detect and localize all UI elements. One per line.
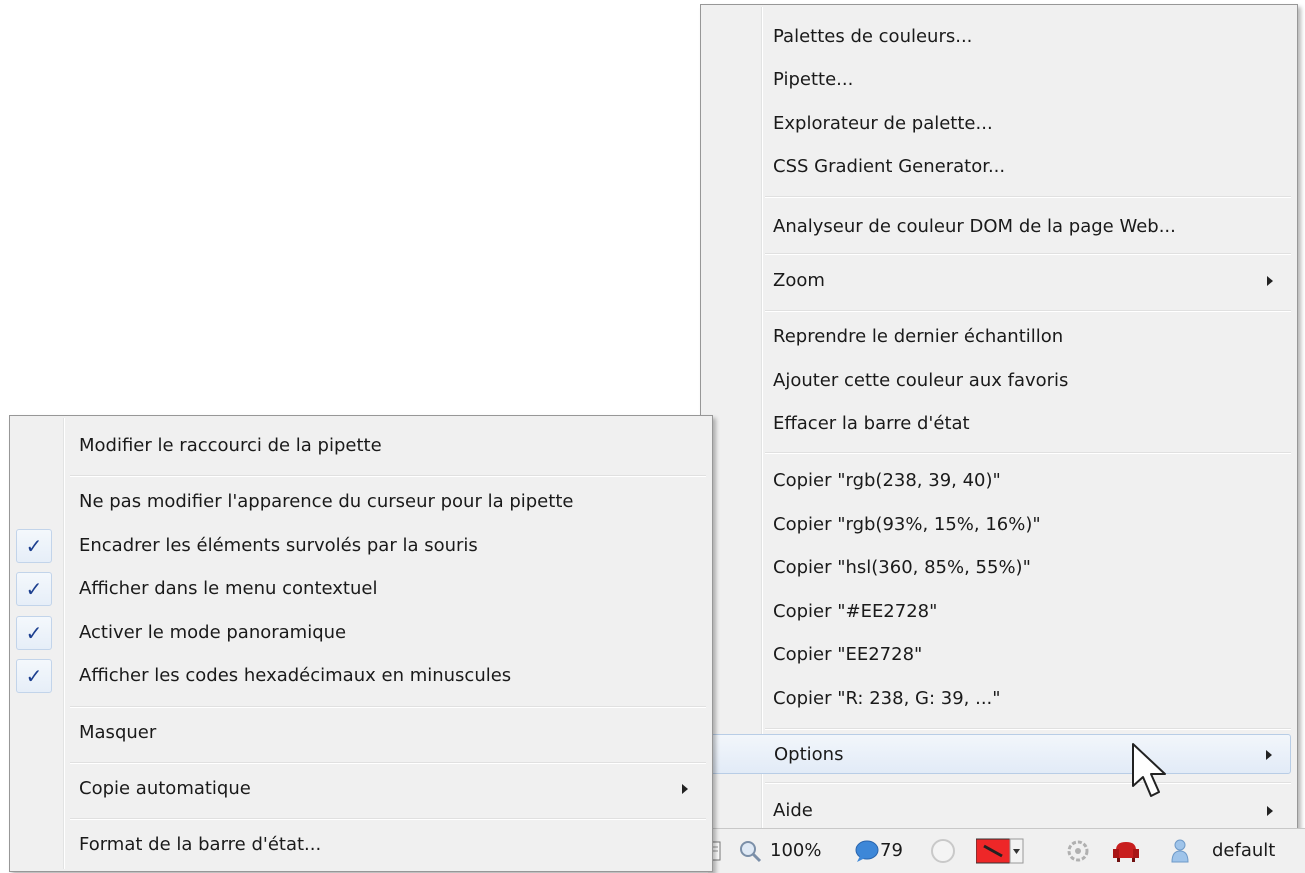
submenu-arrow-icon — [1267, 806, 1273, 816]
menu-separator — [765, 310, 1291, 312]
menu-item-label: Options — [774, 744, 844, 765]
menu-item-label: Ajouter cette couleur aux favoris — [773, 370, 1069, 391]
menu-separator — [70, 475, 706, 477]
menu-item-label: Zoom — [773, 270, 825, 291]
menu-item-eyedropper[interactable]: Pipette... — [703, 60, 1295, 100]
menu-item-label: Copier "#EE2728" — [773, 601, 938, 622]
eyedropper-color-icon[interactable] — [975, 829, 1024, 873]
menu-item-label: Afficher dans le menu contextuel — [79, 578, 378, 599]
menu-item-copy-hsl[interactable]: Copier "hsl(360, 85%, 55%)" — [703, 548, 1295, 588]
menu-item-zoom[interactable]: Zoom — [703, 261, 1295, 301]
profile-name[interactable]: default — [1212, 829, 1275, 873]
menu-item-label: Copier "EE2728" — [773, 644, 923, 665]
menu-item-label: Copie automatique — [79, 778, 251, 799]
menu-item-label: Explorateur de palette... — [773, 113, 993, 134]
menu-item-resume-last-sample[interactable]: Reprendre le dernier échantillon — [703, 317, 1295, 357]
colorzilla-context-menu: Palettes de couleurs... Pipette... Explo… — [700, 4, 1298, 838]
menu-item-label: Palettes de couleurs... — [773, 26, 973, 47]
menu-item-hide[interactable]: Masquer — [12, 713, 710, 753]
menu-separator — [70, 706, 706, 708]
menu-separator — [70, 762, 706, 764]
menu-item-copy-hex[interactable]: Copier "EE2728" — [703, 635, 1295, 675]
menu-item-label: Effacer la barre d'état — [773, 413, 970, 434]
menu-item-keep-cursor[interactable]: Ne pas modifier l'apparence du curseur p… — [12, 482, 710, 522]
menu-item-show-in-context-menu[interactable]: ✓ Afficher dans le menu contextuel — [12, 569, 710, 609]
checkmark-icon: ✓ — [16, 529, 52, 563]
browser-statusbar: 100% 79 default — [708, 828, 1305, 873]
submenu-arrow-icon — [682, 784, 688, 794]
menu-item-panning-mode[interactable]: ✓ Activer le mode panoramique — [12, 613, 710, 653]
mouse-pointer-icon — [1132, 743, 1166, 797]
menu-item-change-shortcut[interactable]: Modifier le raccourci de la pipette — [12, 426, 710, 466]
menu-item-label: Encadrer les éléments survolés par la so… — [79, 535, 478, 556]
menu-item-label: Format de la barre d'état... — [79, 834, 322, 855]
count-badge: 79 — [880, 840, 903, 861]
zoom-level[interactable]: 100% — [770, 829, 821, 873]
menu-item-help[interactable]: Aide — [703, 791, 1295, 831]
menu-item-palette-explorer[interactable]: Explorateur de palette... — [703, 104, 1295, 144]
menu-item-copy-rgb-components[interactable]: Copier "R: 238, G: 39, ..." — [703, 679, 1295, 719]
menu-item-label: Aide — [773, 800, 813, 821]
checkmark-icon: ✓ — [16, 616, 52, 650]
menu-item-label: Analyseur de couleur DOM de la page Web.… — [773, 216, 1176, 237]
menu-item-options[interactable]: Options — [704, 734, 1291, 774]
menu-item-label: Copier "rgb(93%, 15%, 16%)" — [773, 514, 1041, 535]
menu-item-label: Modifier le raccourci de la pipette — [79, 435, 382, 456]
chat-bubble-icon[interactable] — [854, 829, 880, 873]
menu-item-label: Copier "hsl(360, 85%, 55%)" — [773, 557, 1031, 578]
submenu-arrow-icon — [1267, 276, 1273, 286]
menu-item-label: Pipette... — [773, 69, 854, 90]
menu-separator — [765, 196, 1291, 198]
settings-gear-icon[interactable] — [1064, 829, 1092, 873]
menu-item-outline-hovered[interactable]: ✓ Encadrer les éléments survolés par la … — [12, 526, 710, 566]
checkmark-icon: ✓ — [16, 659, 52, 693]
menu-separator — [765, 728, 1291, 730]
submenu-arrow-icon — [1266, 750, 1272, 760]
menu-item-label: Copier "rgb(238, 39, 40)" — [773, 470, 1001, 491]
menu-separator — [70, 818, 706, 820]
user-profile-icon[interactable] — [1170, 829, 1190, 873]
menu-item-statusbar-format[interactable]: Format de la barre d'état... — [12, 825, 710, 865]
armchair-icon[interactable] — [1112, 829, 1140, 873]
menu-item-color-palettes[interactable]: Palettes de couleurs... — [703, 17, 1295, 57]
menu-item-label: Masquer — [79, 722, 157, 743]
menu-item-auto-copy[interactable]: Copie automatique — [12, 769, 710, 809]
menu-separator — [765, 782, 1291, 784]
zoom-magnifier-icon[interactable] — [738, 829, 762, 873]
menu-separator — [765, 253, 1291, 255]
menu-item-dom-color-analyzer[interactable]: Analyseur de couleur DOM de la page Web.… — [703, 207, 1295, 247]
options-submenu: Modifier le raccourci de la pipette Ne p… — [9, 415, 713, 872]
menu-item-copy-hex-hash[interactable]: Copier "#EE2728" — [703, 592, 1295, 632]
menu-item-copy-rgb[interactable]: Copier "rgb(238, 39, 40)" — [703, 461, 1295, 501]
menu-item-lowercase-hex[interactable]: ✓ Afficher les codes hexadécimaux en min… — [12, 656, 710, 696]
menu-item-css-gradient-generator[interactable]: CSS Gradient Generator... — [703, 147, 1295, 187]
clock-icon[interactable] — [930, 829, 956, 873]
checkmark-icon: ✓ — [16, 572, 52, 606]
menu-item-label: Reprendre le dernier échantillon — [773, 326, 1064, 347]
menu-item-copy-rgb-percent[interactable]: Copier "rgb(93%, 15%, 16%)" — [703, 505, 1295, 545]
menu-separator — [765, 452, 1291, 454]
menu-item-label: Activer le mode panoramique — [79, 622, 347, 643]
menu-item-label: Copier "R: 238, G: 39, ..." — [773, 688, 1001, 709]
menu-item-label: Ne pas modifier l'apparence du curseur p… — [79, 491, 574, 512]
menu-item-label: CSS Gradient Generator... — [773, 156, 1006, 177]
menu-item-label: Afficher les codes hexadécimaux en minus… — [79, 665, 512, 686]
menu-item-clear-statusbar[interactable]: Effacer la barre d'état — [703, 404, 1295, 444]
menu-item-add-to-favorites[interactable]: Ajouter cette couleur aux favoris — [703, 361, 1295, 401]
